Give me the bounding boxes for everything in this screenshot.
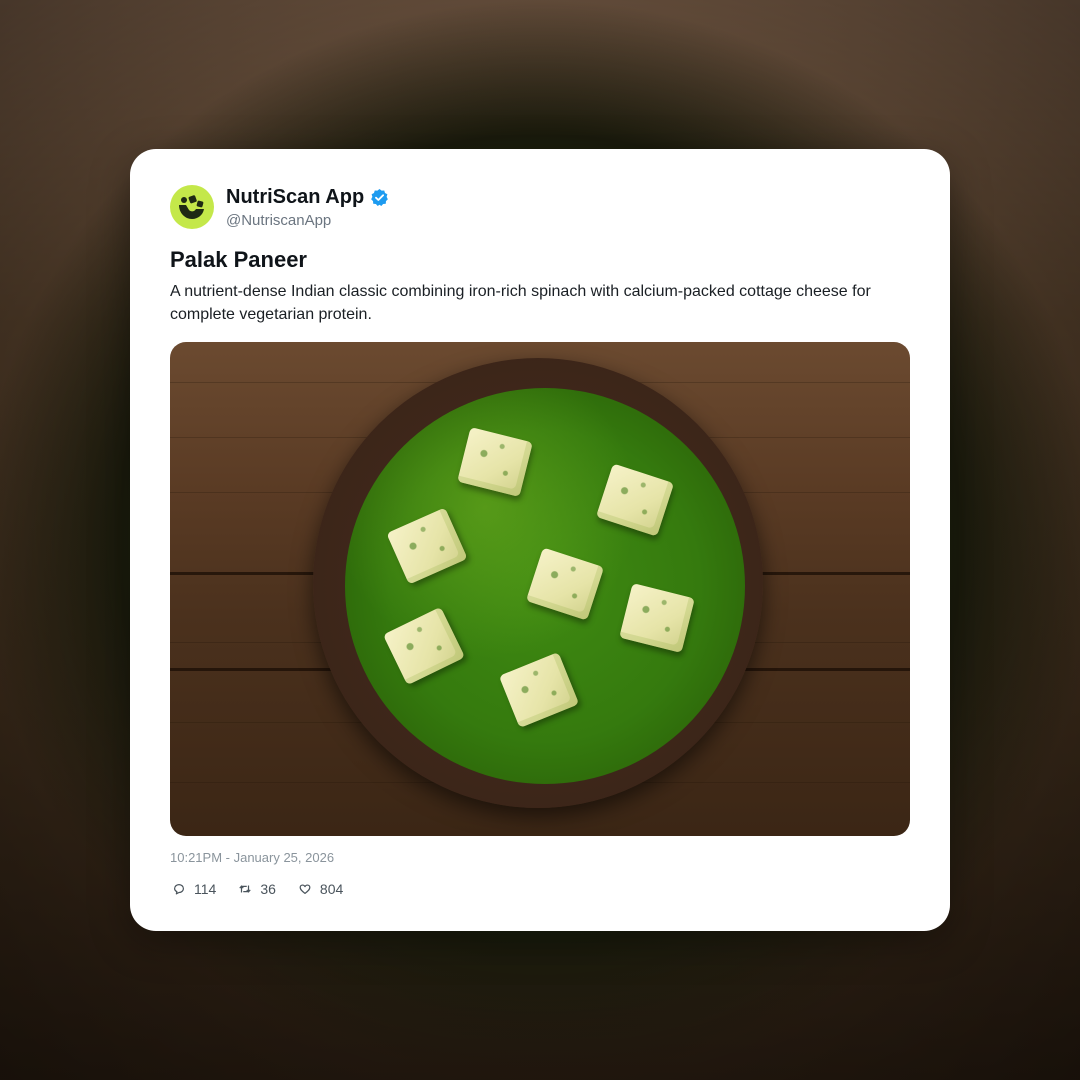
author-handle[interactable]: @NutriscanApp [226, 212, 389, 229]
retweet-count: 36 [260, 881, 276, 897]
reply-button[interactable]: 114 [172, 881, 216, 897]
like-count: 804 [319, 881, 344, 897]
post-card: NutriScan App @NutriscanApp Palak Paneer… [130, 149, 950, 931]
author-name[interactable]: NutriScan App [226, 186, 364, 209]
post-description: A nutrient-dense Indian classic combinin… [170, 283, 871, 323]
post-title: Palak Paneer [170, 247, 307, 272]
post-timestamp[interactable]: 10:21PM - January 25, 2026 [170, 850, 334, 865]
name-row: NutriScan App [226, 186, 389, 209]
author-block: NutriScan App @NutriscanApp [226, 186, 389, 229]
post-image[interactable] [170, 342, 910, 836]
post-header: NutriScan App @NutriscanApp [170, 185, 389, 229]
heart-icon [299, 884, 311, 894]
reply-icon [174, 884, 184, 895]
retweet-icon [239, 885, 252, 893]
reply-count: 114 [194, 881, 217, 897]
like-button[interactable]: 804 [298, 881, 343, 897]
verified-badge-icon [371, 188, 389, 206]
retweet-button[interactable]: 36 [238, 881, 276, 897]
nutriscan-logo-icon [179, 195, 204, 219]
avatar[interactable] [170, 185, 214, 229]
post-actions: 114 36 804 [172, 881, 365, 897]
